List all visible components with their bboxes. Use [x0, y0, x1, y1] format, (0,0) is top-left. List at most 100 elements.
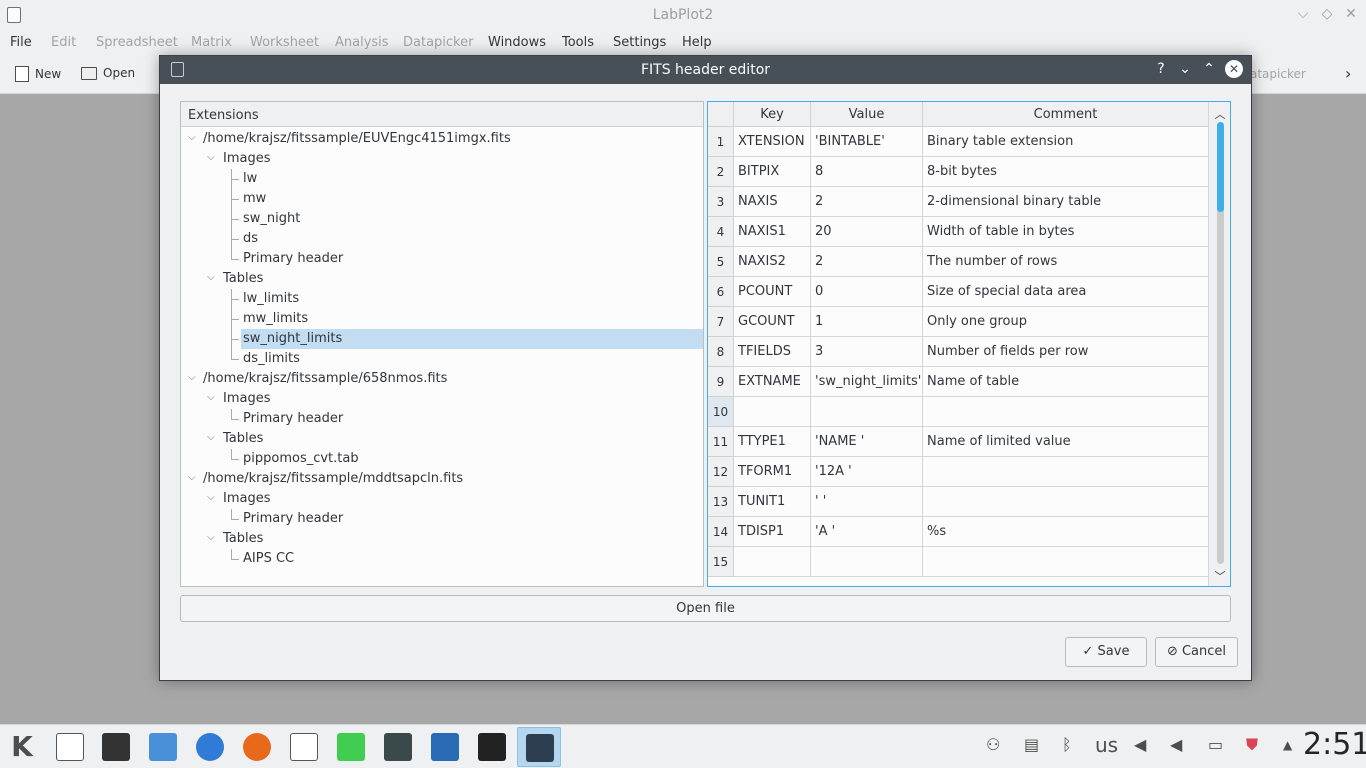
- task-dolphin[interactable]: [48, 727, 92, 767]
- tree-leaf-node[interactable]: pippomos_cvt.tab: [181, 449, 703, 469]
- comment-cell[interactable]: [923, 547, 1209, 577]
- scroll-up-icon[interactable]: ︿: [1213, 106, 1227, 122]
- comment-cell[interactable]: %s: [923, 517, 1209, 547]
- key-cell[interactable]: NAXIS: [734, 187, 811, 217]
- row-number[interactable]: 4: [708, 217, 734, 247]
- tree-leaf-node[interactable]: Primary header: [181, 249, 703, 269]
- key-cell[interactable]: TDISP1: [734, 517, 811, 547]
- network-icon[interactable]: ▭: [1208, 735, 1223, 754]
- volume-icon[interactable]: ◀: [1134, 735, 1146, 754]
- tree-leaf-node[interactable]: lw_limits: [181, 289, 703, 309]
- value-cell[interactable]: 'A ': [811, 517, 923, 547]
- tree-file-node[interactable]: ⌵ /home/krajsz/fitssample/EUVEngc4151imgx…: [181, 129, 703, 149]
- tree-file-node[interactable]: ⌵ /home/krajsz/fitssample/658nmos.fits: [181, 369, 703, 389]
- menu-file[interactable]: File: [10, 35, 32, 50]
- comment-cell[interactable]: [923, 457, 1209, 487]
- menu-tools[interactable]: Tools: [562, 35, 594, 50]
- tree-leaf-node[interactable]: ds_limits: [181, 349, 703, 369]
- minimize-dialog-icon[interactable]: ⌄: [1176, 60, 1194, 78]
- collapse-arrow-icon[interactable]: ⌵: [207, 433, 216, 443]
- column-header-value[interactable]: Value: [811, 102, 923, 127]
- menu-matrix[interactable]: Matrix: [191, 35, 232, 50]
- scroll-down-icon[interactable]: ﹀: [1213, 568, 1227, 584]
- value-cell[interactable]: [811, 547, 923, 577]
- open-button[interactable]: Open: [81, 66, 135, 80]
- row-number[interactable]: 13: [708, 487, 734, 517]
- tree-leaf-node[interactable]: Primary header: [181, 509, 703, 529]
- task-labplot-1[interactable]: [470, 727, 514, 767]
- comment-cell[interactable]: Name of limited value: [923, 427, 1209, 457]
- value-cell[interactable]: ' ': [811, 487, 923, 517]
- minimize-icon[interactable]: ⌵: [1294, 6, 1312, 22]
- tree-leaf-node[interactable]: Primary header: [181, 409, 703, 429]
- clock[interactable]: 2:51: [1303, 727, 1366, 762]
- row-number[interactable]: 7: [708, 307, 734, 337]
- tree-leaf-node[interactable]: AIPS CC: [181, 549, 703, 569]
- comment-cell[interactable]: Only one group: [923, 307, 1209, 337]
- value-cell[interactable]: 8: [811, 157, 923, 187]
- row-number[interactable]: 8: [708, 337, 734, 367]
- tree-leaf-node[interactable]: sw_night: [181, 209, 703, 229]
- row-number[interactable]: 5: [708, 247, 734, 277]
- value-cell[interactable]: 'BINTABLE': [811, 127, 923, 157]
- key-cell[interactable]: EXTNAME: [734, 367, 811, 397]
- value-cell[interactable]: [811, 397, 923, 427]
- key-cell[interactable]: BITPIX: [734, 157, 811, 187]
- task-system-monitor[interactable]: [376, 727, 420, 767]
- key-cell[interactable]: XTENSION: [734, 127, 811, 157]
- key-cell[interactable]: TFIELDS: [734, 337, 811, 367]
- cancel-button[interactable]: ⊘ Cancel: [1155, 637, 1238, 667]
- menu-analysis[interactable]: Analysis: [335, 35, 389, 50]
- tree-group-node[interactable]: ⌵ Images: [181, 489, 703, 509]
- value-cell[interactable]: 20: [811, 217, 923, 247]
- collapse-arrow-icon[interactable]: ⌵: [207, 273, 216, 283]
- value-cell[interactable]: 0: [811, 277, 923, 307]
- tree-group-node[interactable]: ⌵ Tables: [181, 529, 703, 549]
- task-chat[interactable]: [141, 727, 185, 767]
- key-cell[interactable]: GCOUNT: [734, 307, 811, 337]
- key-cell[interactable]: TFORM1: [734, 457, 811, 487]
- key-cell[interactable]: NAXIS1: [734, 217, 811, 247]
- scroll-thumb[interactable]: [1217, 122, 1224, 212]
- tree-leaf-node[interactable]: ds: [181, 229, 703, 249]
- task-mail[interactable]: [423, 727, 467, 767]
- row-number[interactable]: 9: [708, 367, 734, 397]
- value-cell[interactable]: 1: [811, 307, 923, 337]
- menu-worksheet[interactable]: Worksheet: [250, 35, 319, 50]
- tree-group-node[interactable]: ⌵ Tables: [181, 429, 703, 449]
- value-cell[interactable]: 3: [811, 337, 923, 367]
- keyboard-layout[interactable]: us: [1095, 733, 1118, 757]
- value-cell[interactable]: 'sw_night_limits': [811, 367, 923, 397]
- menu-edit[interactable]: Edit: [51, 35, 76, 50]
- close-dialog-icon[interactable]: ✕: [1225, 60, 1243, 78]
- comment-cell[interactable]: [923, 487, 1209, 517]
- open-file-button[interactable]: Open file: [180, 595, 1231, 622]
- maximize-dialog-icon[interactable]: ⌃: [1200, 60, 1218, 78]
- bluetooth-icon[interactable]: ᛒ: [1062, 735, 1072, 754]
- tree-leaf-node[interactable]: mw_limits: [181, 309, 703, 329]
- tree-leaf-node[interactable]: mw: [181, 189, 703, 209]
- close-window-icon[interactable]: ✕: [1342, 6, 1360, 22]
- value-cell[interactable]: 2: [811, 247, 923, 277]
- comment-cell[interactable]: Width of table in bytes: [923, 217, 1209, 247]
- collapse-arrow-icon[interactable]: ⌵: [188, 373, 197, 383]
- clipboard-icon[interactable]: ▤: [1024, 735, 1039, 754]
- comment-cell[interactable]: Number of fields per row: [923, 337, 1209, 367]
- row-number[interactable]: 15: [708, 547, 734, 577]
- menu-settings[interactable]: Settings: [613, 35, 666, 50]
- task-media-player[interactable]: [94, 727, 138, 767]
- tree-group-node[interactable]: ⌵ Images: [181, 389, 703, 409]
- key-cell[interactable]: PCOUNT: [734, 277, 811, 307]
- toolbar-overflow-icon[interactable]: ›: [1345, 64, 1351, 83]
- value-cell[interactable]: '12A ': [811, 457, 923, 487]
- security-shield-icon[interactable]: ⛊: [1246, 735, 1258, 755]
- header-table[interactable]: Key Value Comment 1 XTENSION 'BINTABLE' Bin…: [707, 101, 1231, 587]
- help-icon[interactable]: ?: [1152, 60, 1170, 78]
- row-number[interactable]: 6: [708, 277, 734, 307]
- collapse-arrow-icon[interactable]: ⌵: [207, 153, 216, 163]
- collapse-arrow-icon[interactable]: ⌵: [207, 533, 216, 543]
- key-cell[interactable]: TUNIT1: [734, 487, 811, 517]
- row-number[interactable]: 14: [708, 517, 734, 547]
- volume-mic-icon[interactable]: ◀: [1170, 735, 1182, 754]
- comment-cell[interactable]: The number of rows: [923, 247, 1209, 277]
